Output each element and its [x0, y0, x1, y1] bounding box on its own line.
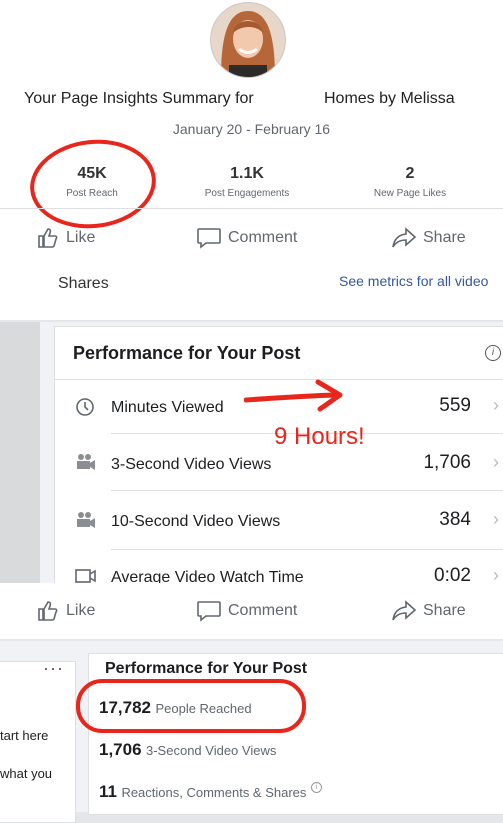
metric-label: New Page Likes [373, 188, 447, 199]
row-label-minutes-viewed: Minutes Viewed [111, 399, 224, 416]
chevron-right-icon[interactable]: › [493, 452, 499, 473]
share-icon [392, 227, 417, 248]
like-button[interactable]: Like [36, 226, 95, 250]
video-views-label: 3-Second Video Views [146, 743, 277, 758]
row-value-minutes-viewed: 559 [439, 395, 471, 416]
metric-new-page-likes: 2 New Page Likes [335, 165, 485, 199]
comment-button[interactable]: Comment [196, 226, 297, 250]
action-bar: Like Comment Share [0, 583, 503, 639]
divider [0, 208, 503, 209]
row-label-10-second-views: 10-Second Video Views [111, 513, 281, 530]
page-name[interactable]: Homes by Melissa [324, 90, 455, 108]
like-label: Like [66, 229, 96, 246]
row-label-3-second-views: 3-Second Video Views [111, 456, 272, 473]
more-options-icon[interactable]: ··· [43, 658, 64, 679]
thumbs-up-icon [38, 228, 58, 248]
see-metrics-link[interactable]: See metrics for all video [339, 273, 488, 289]
info-icon[interactable]: i [310, 782, 322, 793]
info-icon[interactable]: i [485, 345, 501, 361]
insights-summary-card: Your Page Insights Summary for Homes by … [0, 0, 503, 265]
video-camera-icon [75, 511, 97, 534]
highlight-circle-post-reach [25, 133, 161, 235]
metric-post-engagements: 1.1K Post Engagements [172, 165, 322, 199]
comment-button[interactable]: Comment [196, 599, 297, 623]
shares-bar: Shares See metrics for all video [0, 265, 503, 320]
performance-summary-title: Performance for Your Post [105, 660, 308, 677]
comment-icon [197, 601, 221, 622]
share-button[interactable]: Share [391, 226, 466, 250]
performance-summary-section: ··· tart here what you Performance for Y… [0, 641, 503, 823]
performance-card: Performance for Your Post i Minutes View… [54, 326, 503, 589]
row-value-3-second-views: 1,706 [423, 452, 471, 473]
avatar[interactable] [210, 2, 286, 78]
like-button[interactable]: Like [36, 599, 95, 623]
thumbs-up-icon [38, 601, 58, 621]
left-panel [0, 322, 40, 587]
left-card: ··· tart here what you [0, 658, 76, 823]
performance-summary-card: Performance for Your Post 17,782 People … [88, 653, 503, 815]
chevron-right-icon[interactable]: › [493, 395, 499, 416]
share-label: Share [423, 229, 466, 246]
share-button[interactable]: Share [391, 599, 466, 623]
clock-icon [75, 397, 95, 422]
video-camera-icon [75, 453, 97, 476]
date-range: January 20 - February 16 [172, 121, 331, 137]
performance-section: Performance for Your Post i Minutes View… [0, 322, 503, 589]
like-label: Like [66, 602, 96, 619]
comment-label: Comment [228, 602, 298, 619]
video-views-row: 1,706 3-Second Video Views [99, 740, 276, 760]
reactions-label: Reactions, Comments & Shares [121, 785, 307, 800]
video-views-value: 1,706 [99, 740, 142, 759]
metric-label: Post Engagements [204, 188, 290, 199]
left-card-text-2: what you [0, 766, 53, 781]
row-value-10-second-views: 384 [439, 509, 471, 530]
left-card-text-1: tart here [0, 728, 49, 743]
performance-title: Performance for Your Post [73, 343, 301, 363]
share-label: Share [423, 602, 466, 619]
reactions-value: 11 [99, 782, 117, 801]
metric-value: 1.1K [230, 165, 264, 182]
highlight-circle-people-reached [76, 679, 306, 733]
shares-label: Shares [58, 275, 109, 292]
summary-title: Your Page Insights Summary for [24, 90, 254, 107]
divider [111, 490, 503, 491]
metric-value: 2 [405, 165, 415, 182]
divider [111, 549, 503, 550]
share-icon [392, 600, 417, 621]
reactions-row: 11 Reactions, Comments & Shares i [99, 782, 322, 802]
comment-label: Comment [228, 229, 298, 246]
comment-icon [197, 228, 221, 249]
red-arrow-annotation [244, 379, 343, 412]
nine-hours-annotation: 9 Hours! [274, 423, 365, 450]
chevron-right-icon[interactable]: › [493, 509, 499, 530]
